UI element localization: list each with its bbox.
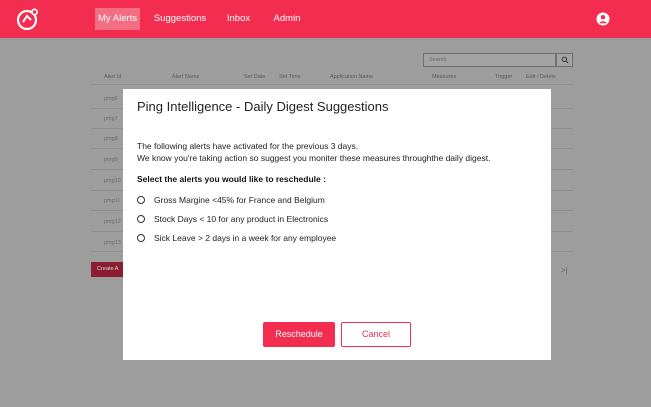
radio-button[interactable]: [137, 196, 145, 204]
pager-last[interactable]: >|: [561, 266, 568, 275]
table-row[interactable]: pmg10: [104, 178, 121, 184]
table-row[interactable]: pmg8: [104, 136, 118, 142]
tab-admin[interactable]: Admin: [268, 8, 306, 30]
reschedule-button[interactable]: Reschedule: [263, 322, 335, 347]
search-icon: [561, 56, 569, 64]
column-header: Edit / Delete: [526, 74, 556, 80]
column-header: Set Time: [279, 74, 301, 80]
modal-title: Ping Intelligence - Daily Digest Suggest…: [137, 99, 389, 114]
alert-option-label: Sick Leave > 2 days in a week for any em…: [154, 233, 337, 243]
table-row[interactable]: pmg11: [104, 198, 120, 204]
table-row[interactable]: pmg6: [104, 96, 118, 102]
modal-description-line-1: The following alerts have activated for …: [137, 141, 359, 151]
search-input[interactable]: Search: [423, 53, 556, 67]
alert-option[interactable]: Gross Margine <45% for France and Belgiu…: [123, 194, 551, 208]
column-header: Trigger: [495, 74, 513, 80]
tab-inbox[interactable]: Inbox: [221, 8, 256, 30]
ping-bell-icon[interactable]: [16, 7, 40, 31]
column-header: Application Name: [330, 74, 374, 80]
user-circle-icon[interactable]: [596, 12, 610, 26]
modal-description-line-2: We know you're taking action so suggest …: [137, 153, 491, 163]
column-header: Set Date: [244, 74, 266, 80]
table-divider: [91, 84, 573, 85]
column-header: Measures: [432, 74, 457, 80]
alert-option[interactable]: Sick Leave > 2 days in a week for any em…: [123, 232, 551, 246]
alert-option[interactable]: Stock Days < 10 for any product in Elect…: [123, 213, 551, 227]
column-header: Alert Id: [104, 74, 122, 80]
top-nav: My Alerts Suggestions Inbox Admin: [0, 0, 651, 38]
tab-suggestions[interactable]: Suggestions: [153, 8, 207, 30]
table-row[interactable]: pmg12: [104, 219, 121, 225]
radio-button[interactable]: [137, 234, 145, 242]
alert-option-label: Stock Days < 10 for any product in Elect…: [154, 214, 329, 224]
column-header: Alert Name: [172, 74, 200, 80]
search-button[interactable]: [556, 53, 573, 67]
table-row[interactable]: pmg7: [104, 116, 118, 122]
table-row[interactable]: pmg13: [104, 240, 121, 246]
cancel-button[interactable]: Cancel: [341, 322, 411, 347]
table-row[interactable]: pmg9: [104, 157, 118, 163]
tab-my-alerts[interactable]: My Alerts: [95, 8, 140, 30]
reschedule-prompt: Select the alerts you would like to resc…: [137, 174, 326, 184]
digest-suggestions-modal: Ping Intelligence - Daily Digest Suggest…: [123, 89, 551, 360]
radio-button[interactable]: [137, 215, 145, 223]
alert-option-label: Gross Margine <45% for France and Belgiu…: [154, 195, 325, 205]
